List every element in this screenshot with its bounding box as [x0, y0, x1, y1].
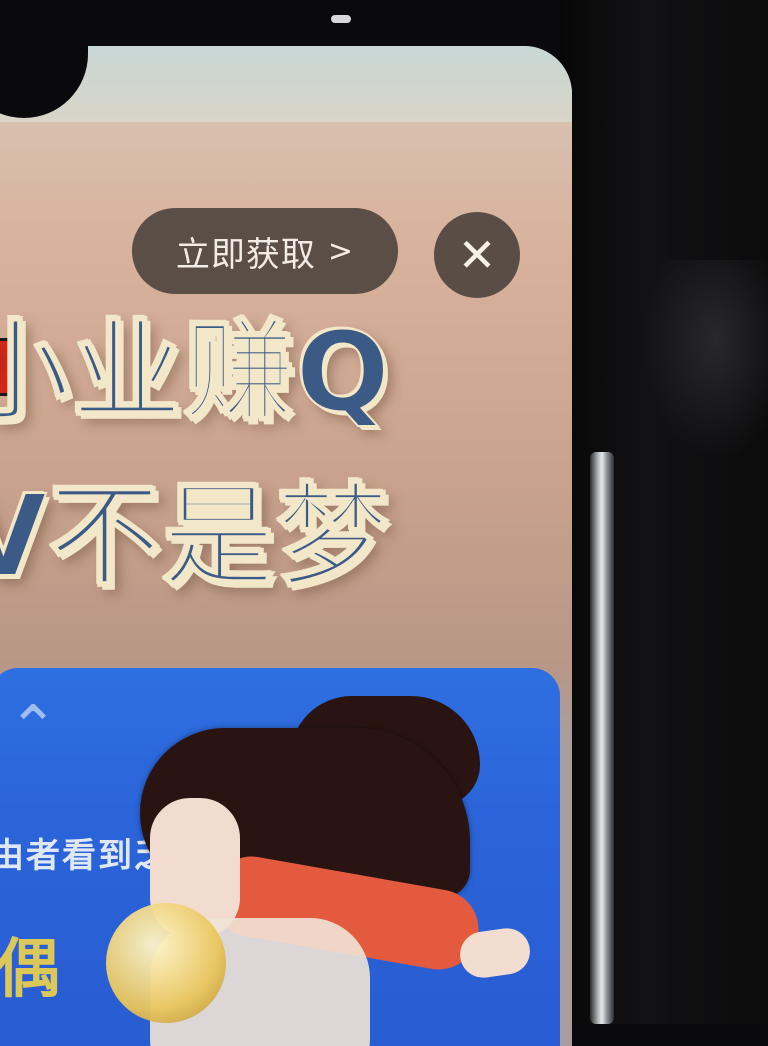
coin-illustration: [106, 903, 226, 1023]
background-glare: [640, 260, 768, 460]
headline-line-1: 小业赚Q: [0, 307, 392, 437]
phone-side-edge: [590, 452, 614, 1024]
close-button[interactable]: ✕: [434, 212, 520, 298]
chevron-up-icon: ⌃: [8, 693, 59, 763]
headline-line-2: V不是梦: [0, 471, 391, 603]
front-camera-indicator: [331, 15, 351, 23]
promo-banner[interactable]: ⌃ 由者看到乏 偶: [0, 668, 560, 1046]
chevron-right-icon: >: [327, 233, 355, 269]
close-icon: ✕: [457, 228, 497, 282]
get-now-label: 立即获取: [175, 234, 316, 275]
banner-big-text: 偶: [0, 933, 60, 1007]
phone-screen: 立即获取 > ✕ 小业赚Q V不是梦 ⌃ 由者看到乏 偶: [0, 46, 572, 1046]
